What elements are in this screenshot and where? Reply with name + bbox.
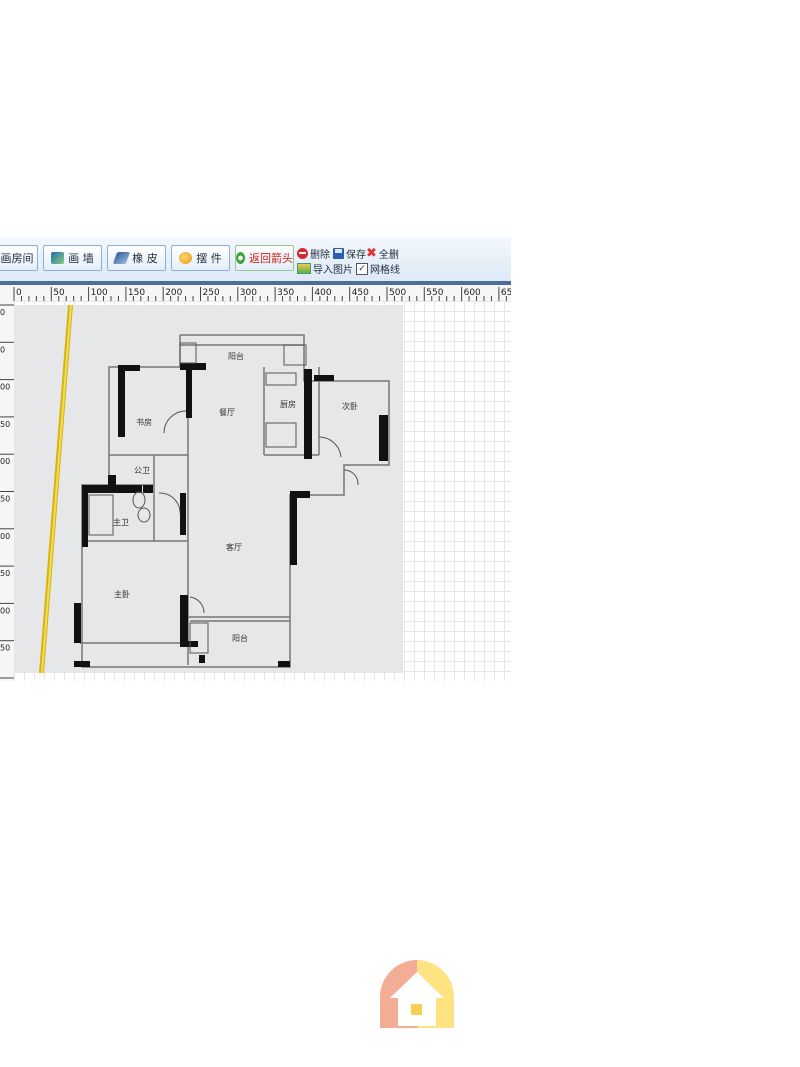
grid-lines-toggle[interactable]: ✓ 网格线	[356, 261, 400, 276]
save-button[interactable]: 保存	[333, 246, 366, 261]
room-label-kitchen: 厨房	[280, 399, 296, 409]
ruler-label: 500	[389, 288, 406, 298]
ruler-label: 250	[203, 288, 220, 298]
delete-label: 删除	[310, 250, 330, 261]
close-icon: ✖	[366, 246, 377, 261]
delete-button[interactable]: 删除	[297, 246, 330, 261]
draw-wall-label: 画 墙	[68, 252, 94, 265]
save-icon	[333, 248, 344, 259]
ruler-label: 100	[91, 288, 108, 298]
vruler-label: 50	[0, 569, 10, 578]
ruler-label: 300	[240, 288, 257, 298]
vruler-label: 00	[0, 606, 10, 615]
ruler-label: 550	[426, 288, 443, 298]
image-icon	[297, 263, 311, 274]
room-label-master-bath: 主卫	[113, 517, 129, 527]
vruler-label: 0	[0, 345, 5, 354]
toolbar: 画房间 画 墙 橡 皮 摆 件 返回箭头 删除 保存 ✖ 全删 导入图片 ✓ 网…	[0, 237, 511, 285]
vertical-ruler: 00005000500050005000	[0, 301, 15, 681]
vruler-label: 50	[0, 495, 10, 504]
ruler-label: 200	[165, 288, 182, 298]
room-label-balcony-bottom: 阳台	[232, 633, 248, 643]
vruler-label: 50	[0, 644, 10, 653]
ruler-label: 450	[352, 288, 369, 298]
vruler-label: 00	[0, 532, 10, 541]
return-arrow-button[interactable]: 返回箭头	[235, 245, 294, 271]
room-label-master-bedroom: 主卧	[114, 589, 130, 599]
eraser-icon	[113, 252, 131, 264]
floorplan-image: 阳台 餐厅 厨房 次卧 书房 公卫 主卫 客厅 主卧 阳台	[14, 305, 403, 673]
draw-room-button[interactable]: 画房间	[0, 245, 38, 271]
ruler-label: 400	[314, 288, 331, 298]
ruler-label: 650	[501, 288, 511, 298]
import-image-label: 导入图片	[313, 265, 353, 276]
delete-icon	[297, 248, 308, 259]
horizontal-ruler: 0 50 100 150 200 250 300 350 400 450 500 550 600 650	[0, 285, 511, 302]
furniture-label: 摆 件	[196, 252, 222, 265]
draw-wall-button[interactable]: 画 墙	[43, 245, 102, 271]
delete-all-label: 全删	[378, 250, 399, 261]
room-label-balcony-top: 阳台	[228, 351, 244, 361]
save-label: 保存	[346, 250, 366, 261]
room-label-living-room: 客厅	[226, 542, 242, 552]
vruler-label: 0	[0, 308, 5, 317]
import-image-button[interactable]: 导入图片	[297, 261, 353, 276]
floorplan-editor: 画房间 画 墙 橡 皮 摆 件 返回箭头 删除 保存 ✖ 全删 导入图片 ✓ 网…	[0, 237, 511, 681]
room-label-study: 书房	[136, 417, 152, 427]
draw-room-label: 画房间	[0, 252, 34, 265]
ruler-label: 350	[277, 288, 294, 298]
ruler-label: 50	[53, 288, 65, 298]
eraser-button[interactable]: 橡 皮	[107, 245, 166, 271]
ruler-label: 600	[464, 288, 481, 298]
furniture-button[interactable]: 摆 件	[171, 245, 230, 271]
drawing-canvas[interactable]: 阳台 餐厅 厨房 次卧 书房 公卫 主卫 客厅 主卧 阳台	[14, 301, 511, 681]
refresh-icon	[236, 252, 245, 264]
furniture-icon	[179, 252, 193, 264]
eraser-label: 橡 皮	[132, 252, 158, 265]
grid-lines-label: 网格线	[370, 265, 400, 276]
room-label-public-bath: 公卫	[134, 466, 150, 475]
ruler-label: 0	[16, 288, 22, 298]
delete-all-button[interactable]: ✖ 全删	[366, 246, 399, 261]
ruler-label: 150	[128, 288, 145, 298]
house-logo-icon	[380, 960, 454, 1028]
grid-checkbox[interactable]: ✓	[356, 262, 368, 275]
vruler-label: 00	[0, 457, 10, 466]
room-label-second-bedroom: 次卧	[342, 401, 358, 411]
wall-icon	[51, 252, 65, 264]
vruler-label: 50	[0, 420, 10, 429]
return-arrow-label: 返回箭头	[249, 252, 293, 265]
vruler-label: 00	[0, 383, 10, 392]
room-label-dining: 餐厅	[219, 408, 235, 417]
